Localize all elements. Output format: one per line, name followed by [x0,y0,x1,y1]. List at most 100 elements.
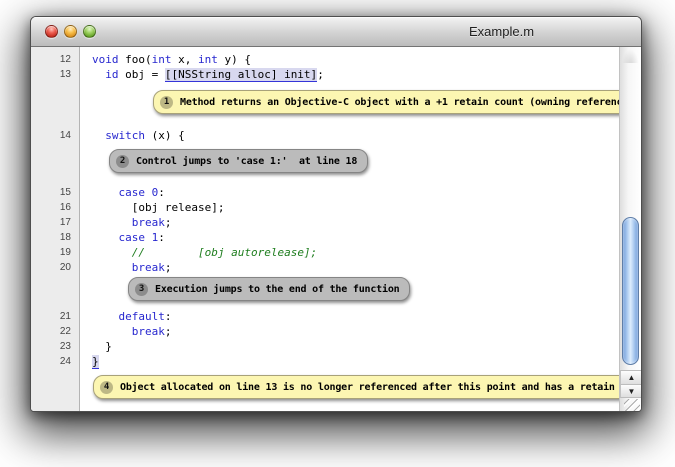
code-token: foo( [119,53,152,66]
bubble-text: Method returns an Objective-C object wit… [180,95,634,110]
code-token: y) { [218,53,251,66]
keyword-token: break [132,261,165,274]
analyzer-event-bubble: 4Object allocated on line 13 is no longe… [93,375,641,399]
bubble-row: 4Object allocated on line 13 is no longe… [31,369,619,399]
code-token: ; [165,261,172,274]
bubble-row: 2 Control jumps to 'case 1:' at line 18 [31,143,619,185]
code-text: [obj release]; [80,200,619,215]
code-text: break; [80,260,619,275]
code-token [145,186,152,199]
scroll-down-button[interactable]: ▼ [620,384,641,398]
scroll-up-icon: ▲ [628,373,636,382]
line-number: 23 [31,339,80,354]
bubble-text: Object allocated on line 13 is no longer… [120,380,641,395]
bubble-row: 3Execution jumps to the end of the funct… [31,275,619,309]
code-line: 21 default: [31,309,619,324]
code-text: break; [80,324,619,339]
code-token [92,310,119,323]
bubble-row: 1Method returns an Objective-C object wi… [31,82,619,128]
code-text: } [80,354,619,369]
code-token: ; [165,325,172,338]
code-token: } [92,340,112,353]
code-token [92,261,132,274]
code-flow: 1112void foo(int x, int y) {13 id obj = … [31,47,619,399]
line-number: 17 [31,215,80,230]
code-token [92,246,132,259]
bubble-number-badge: 2 [116,155,129,168]
line-number: 15 [31,185,80,200]
zoom-button[interactable] [83,25,96,38]
screenshot-stage: Example.m 1112void foo(int x, int y) {13… [0,0,675,467]
keyword-token: void [92,53,119,66]
keyword-token: switch [105,129,145,142]
code-text: switch (x) { [80,128,619,143]
scrollbar-thumb[interactable] [622,217,639,365]
keyword-token: case [119,186,146,199]
keyword-token: int [198,53,218,66]
keyword-token: break [132,216,165,229]
line-number: 18 [31,230,80,245]
line-number: 22 [31,324,80,339]
line-number: 12 [31,52,80,67]
line-number: 16 [31,200,80,215]
analyzer-control-bubble: 2 Control jumps to 'case 1:' at line 18 [109,149,368,173]
code-line: 22 break; [31,324,619,339]
bubble-text: Execution jumps to the end of the functi… [155,282,399,297]
code-line: 20 break; [31,260,619,275]
bubble-cell: 1Method returns an Objective-C object wi… [80,82,641,128]
code-text: } [80,339,619,354]
keyword-token: int [152,53,172,66]
line-number [31,275,80,309]
code-line: 15 case 0: [31,185,619,200]
code-token [92,231,119,244]
vertical-scrollbar[interactable]: ▲ ▼ [619,47,641,412]
window-title: Example.m [469,17,534,46]
code-token [92,129,105,142]
code-line: 23 } [31,339,619,354]
comment-token: // [obj autorelease]; [132,246,317,259]
code-text: id obj = [[NSString alloc] init]; [80,67,619,82]
code-token [145,231,152,244]
keyword-token: default [119,310,165,323]
code-line: 24} [31,354,619,369]
analyzer-range-highlight: } [92,355,99,369]
code-token [92,186,119,199]
bubble-cell: 4Object allocated on line 13 is no longe… [80,369,641,399]
code-token [92,68,105,81]
code-line: 14 switch (x) { [31,128,619,143]
line-number [31,82,80,128]
scroll-up-button[interactable]: ▲ [620,370,641,384]
line-number: 13 [31,67,80,82]
analyzer-control-bubble: 3Execution jumps to the end of the funct… [128,277,410,301]
code-token: ; [165,216,172,229]
code-line: 13 id obj = [[NSString alloc] init]; [31,67,619,82]
line-number [31,369,80,399]
code-text: void foo(int x, int y) { [80,52,619,67]
close-button[interactable] [45,25,58,38]
keyword-token: id [105,68,118,81]
keyword-token: break [132,325,165,338]
code-line: 16 [obj release]; [31,200,619,215]
bubble-cell: 2 Control jumps to 'case 1:' at line 18 [80,143,619,185]
bubble-text: Control jumps to 'case 1:' at line 18 [136,154,357,169]
line-number [31,143,80,185]
code-token: ; [317,68,324,81]
resize-grip[interactable] [624,399,640,412]
bubble-cell: 3Execution jumps to the end of the funct… [80,275,619,309]
line-number: 24 [31,354,80,369]
code-token [92,325,132,338]
code-line: 19 // [obj autorelease]; [31,245,619,260]
analyzer-range-highlight: [[NSString alloc] init] [165,68,317,82]
line-number: 20 [31,260,80,275]
minimize-button[interactable] [64,25,77,38]
scrollbar-track-cap [622,49,639,63]
keyword-token: case [119,231,146,244]
code-token: obj = [119,68,165,81]
code-token: [obj release]; [92,201,224,214]
code-text: case 1: [80,230,619,245]
analyzer-event-bubble: 1Method returns an Objective-C object wi… [153,90,641,114]
code-line: 17 break; [31,215,619,230]
window-titlebar[interactable]: Example.m [31,17,641,47]
code-text: default: [80,309,619,324]
document-window: Example.m 1112void foo(int x, int y) {13… [30,16,642,412]
